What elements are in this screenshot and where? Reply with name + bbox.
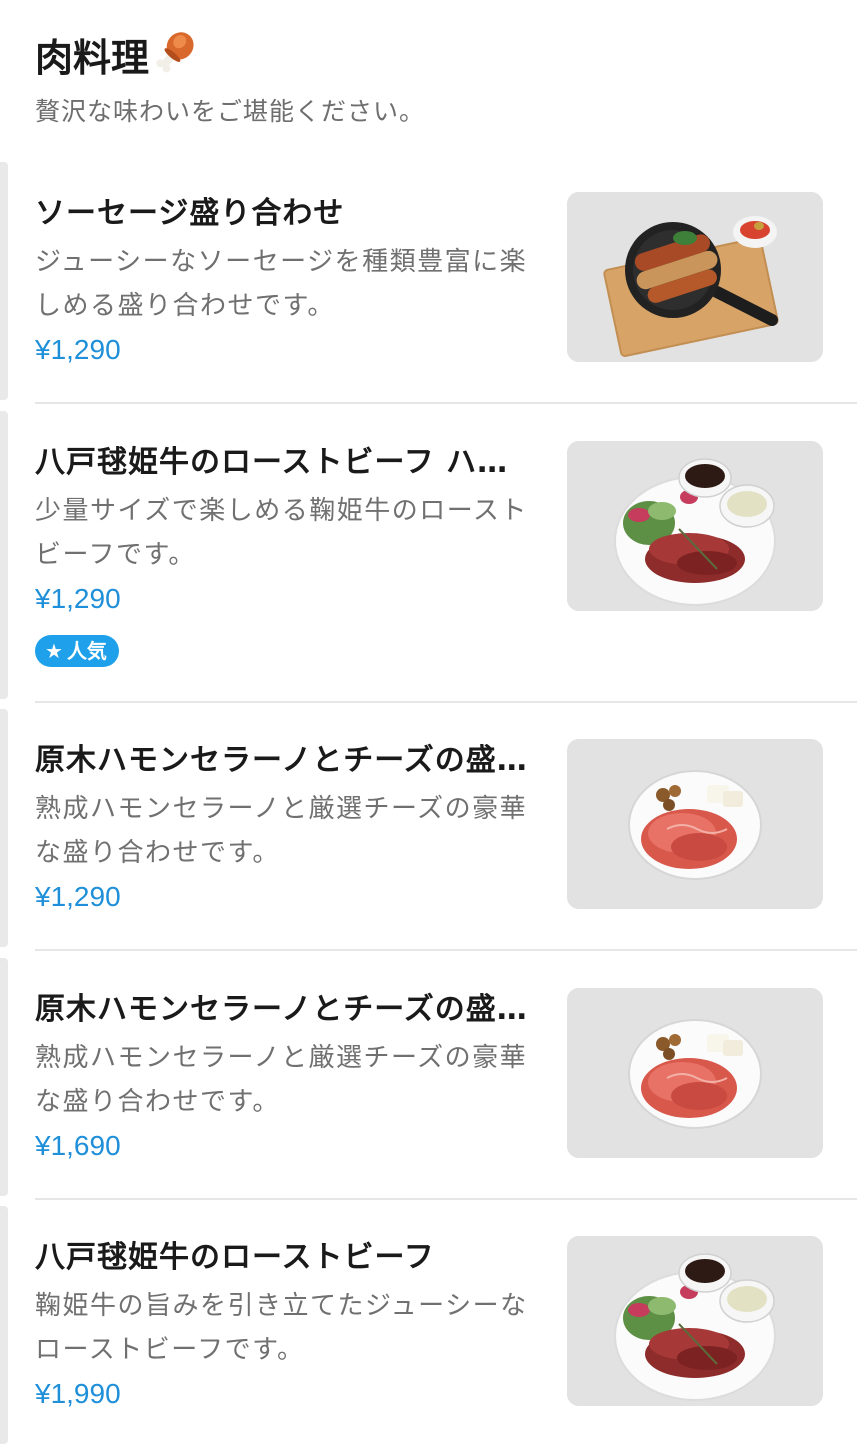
menu-item[interactable]: 原木ハモンセラーノとチーズの盛… 熟成ハモンセラーノと厳選チーズの豪華な盛り合わ…	[0, 703, 857, 951]
item-name: 八戸毬姫牛のローストビーフ	[35, 1240, 435, 1275]
item-left-bar	[0, 958, 8, 1196]
item-name: 八戸毬姫牛のローストビーフ ハ…	[35, 445, 509, 480]
section-title: 肉料理	[35, 28, 825, 88]
item-left-bar	[0, 709, 8, 947]
item-description: 熟成ハモンセラーノと厳選チーズの豪華な盛り合わせです。	[35, 794, 528, 868]
menu-item[interactable]: 八戸毬姫牛のローストビーフ ハ… 少量サイズで楽しめる鞠姫牛のローストビーフです…	[0, 405, 857, 703]
jamon-cheese-image[interactable]	[567, 988, 823, 1158]
item-name: ソーセージ盛り合わせ	[35, 196, 345, 231]
menu-item[interactable]: ソーセージ盛り合わせ ジューシーなソーセージを種類豊富に楽しめる盛り合わせです。…	[0, 156, 857, 404]
menu-item[interactable]: 八戸毬姫牛のローストビーフ 鞠姫牛の旨みを引き立てたジューシーなローストビーフで…	[0, 1200, 857, 1448]
roast-beef-image[interactable]	[567, 1236, 823, 1406]
menu-item[interactable]: 原木ハモンセラーノとチーズの盛… 熟成ハモンセラーノと厳選チーズの豪華な盛り合わ…	[0, 952, 857, 1200]
item-price: ¥1,690	[35, 1130, 121, 1161]
section-subtitle: 贅沢な味わいをご堪能ください。	[35, 97, 426, 126]
item-left-bar	[0, 1206, 8, 1444]
item-price: ¥1,290	[35, 334, 121, 365]
item-divider	[35, 402, 857, 404]
item-price: ¥1,290	[35, 583, 121, 614]
popular-badge: ★ 人気	[35, 635, 119, 667]
section-header: 肉料理 贅沢な味わいをご堪能ください。	[35, 28, 825, 130]
item-divider	[35, 949, 857, 951]
roast-beef-image[interactable]	[567, 441, 823, 611]
item-description: ジューシーなソーセージを種類豊富に楽しめる盛り合わせです。	[35, 247, 528, 321]
item-left-bar	[0, 411, 8, 699]
item-left-bar	[0, 162, 8, 400]
item-description: 熟成ハモンセラーノと厳選チーズの豪華な盛り合わせです。	[35, 1043, 528, 1117]
badge-label: 人気	[66, 639, 107, 663]
jamon-cheese-image[interactable]	[567, 739, 823, 909]
sausage-platter-image[interactable]	[567, 192, 823, 362]
item-price: ¥1,990	[35, 1378, 121, 1409]
item-description: 鞠姫牛の旨みを引き立てたジューシーなローストビーフです。	[35, 1291, 528, 1365]
star-icon: ★	[45, 639, 63, 663]
section-title-text: 肉料理	[35, 36, 150, 80]
item-name: 原木ハモンセラーノとチーズの盛…	[35, 992, 528, 1027]
item-price: ¥1,290	[35, 881, 121, 912]
item-description: 少量サイズで楽しめる鞠姫牛のローストビーフです。	[35, 496, 528, 570]
meat-on-bone-icon	[151, 28, 199, 88]
item-name: 原木ハモンセラーノとチーズの盛…	[35, 743, 528, 778]
